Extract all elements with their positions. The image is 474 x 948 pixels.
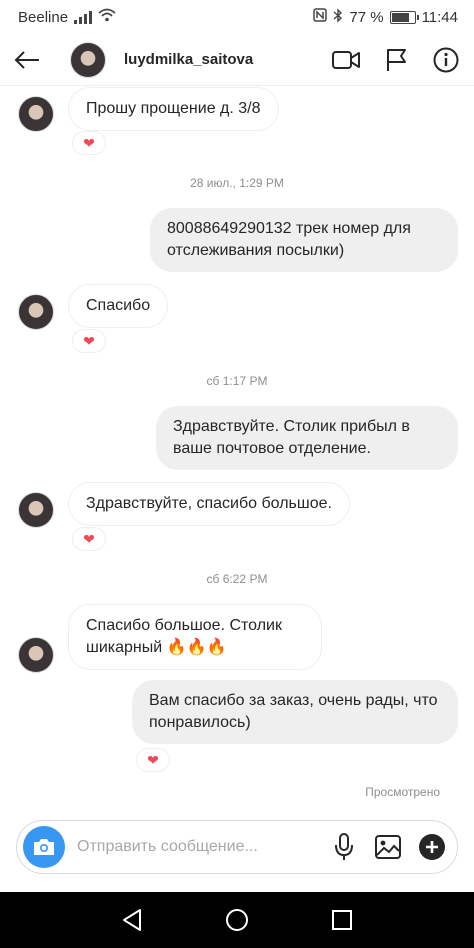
system-navigation-bar bbox=[0, 892, 474, 948]
video-camera-icon bbox=[332, 50, 360, 69]
camera-button[interactable] bbox=[23, 826, 65, 868]
bluetooth-icon bbox=[333, 7, 343, 27]
avatar[interactable] bbox=[18, 294, 54, 330]
back-button[interactable] bbox=[0, 34, 54, 86]
chat-header: luydmilka_saitova bbox=[0, 34, 474, 86]
voice-message-button[interactable] bbox=[329, 832, 359, 862]
nav-home-button[interactable] bbox=[217, 900, 257, 940]
report-button[interactable] bbox=[380, 44, 412, 76]
more-options-button[interactable] bbox=[417, 832, 447, 862]
camera-icon bbox=[34, 839, 54, 855]
incoming-message[interactable]: Спасибо большое. Столик шикарный 🔥🔥🔥 bbox=[68, 604, 322, 670]
clock: 11:44 bbox=[421, 8, 458, 26]
info-button[interactable] bbox=[430, 44, 462, 76]
heart-icon[interactable]: ❤ bbox=[72, 527, 106, 551]
heart-icon[interactable]: ❤ bbox=[72, 329, 106, 353]
signal-icon bbox=[74, 10, 93, 24]
carrier-label: Beeline bbox=[18, 8, 69, 26]
message-input[interactable] bbox=[77, 838, 307, 856]
avatar[interactable] bbox=[70, 41, 106, 78]
incoming-message[interactable]: Спасибо bbox=[68, 284, 169, 328]
avatar[interactable] bbox=[18, 492, 54, 528]
chat-username[interactable]: luydmilka_saitova bbox=[124, 51, 253, 68]
heart-icon[interactable]: ❤ bbox=[72, 131, 106, 155]
status-bar: Beeline 77 % 11:44 bbox=[0, 0, 474, 34]
plus-circle-icon bbox=[419, 834, 445, 860]
avatar[interactable] bbox=[18, 637, 54, 673]
circle-home-icon bbox=[225, 909, 248, 931]
wifi-icon bbox=[98, 8, 116, 26]
incoming-message[interactable]: Прошу прощение д. 3/8 bbox=[68, 87, 279, 131]
heart-icon[interactable]: ❤ bbox=[136, 748, 170, 772]
message-timestamp: сб 1:17 PM bbox=[206, 374, 268, 388]
nfc-icon bbox=[313, 8, 328, 26]
battery-icon bbox=[389, 10, 419, 24]
outgoing-message[interactable]: Вам спасибо за заказ, очень рады, что по… bbox=[132, 680, 458, 744]
message-composer bbox=[16, 820, 458, 874]
outgoing-message[interactable]: Здравствуйте. Столик прибыл в ваше почто… bbox=[156, 406, 458, 470]
square-recents-icon bbox=[331, 910, 352, 930]
video-call-button[interactable] bbox=[330, 44, 362, 76]
message-timestamp: сб 6:22 PM bbox=[206, 572, 268, 586]
microphone-icon bbox=[335, 833, 353, 860]
image-icon bbox=[375, 835, 401, 859]
nav-back-button[interactable] bbox=[112, 900, 152, 940]
battery-percent: 77 % bbox=[349, 8, 384, 26]
arrow-left-icon bbox=[14, 50, 39, 69]
flag-icon bbox=[387, 48, 406, 71]
info-icon bbox=[433, 47, 459, 72]
triangle-back-icon bbox=[123, 909, 142, 931]
avatar[interactable] bbox=[18, 96, 54, 132]
message-timestamp: 28 июл., 1:29 PM bbox=[190, 176, 284, 190]
incoming-message[interactable]: Здравствуйте, спасибо большое. bbox=[68, 482, 350, 526]
gallery-button[interactable] bbox=[373, 832, 403, 862]
outgoing-message[interactable]: 80088649290132 трек номер для отслеживан… bbox=[150, 208, 458, 272]
seen-indicator: Просмотрено bbox=[365, 785, 440, 799]
nav-recents-button[interactable] bbox=[322, 900, 362, 940]
